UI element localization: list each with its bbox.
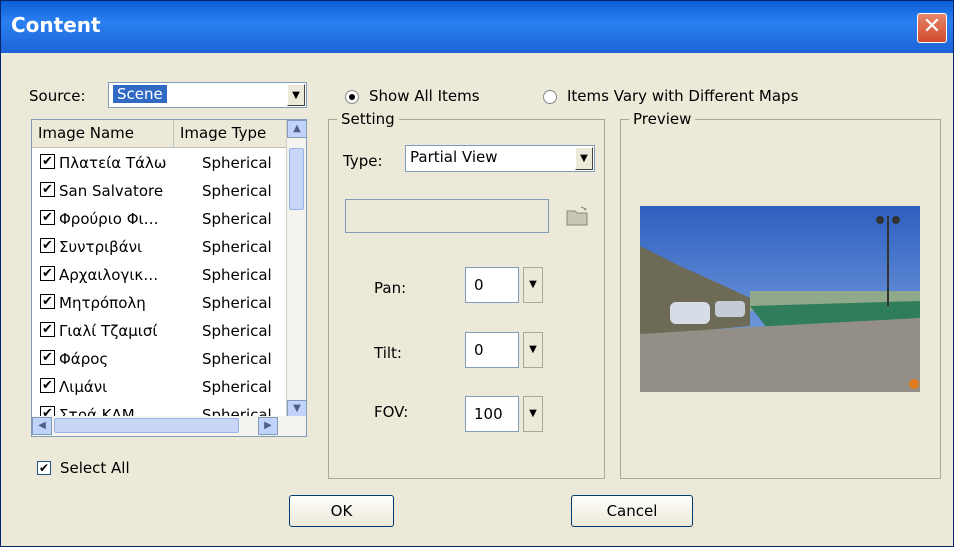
cancel-button[interactable]: Cancel: [571, 495, 693, 527]
tilt-dropdown-icon[interactable]: ▼: [523, 332, 543, 368]
vary-maps-label[interactable]: Items Vary with Different Maps: [567, 87, 798, 105]
list-item[interactable]: ✔ Πλατεία Τάλω Spherical: [32, 149, 284, 177]
item-type: Spherical: [202, 266, 272, 284]
h-scroll-thumb[interactable]: [54, 418, 239, 433]
horizontal-scrollbar[interactable]: ◀ ▶: [32, 416, 306, 436]
source-dropdown[interactable]: Scene ▼: [108, 82, 307, 108]
list-item[interactable]: ✔ Φρούριο Φι… Spherical: [32, 205, 284, 233]
item-name: San Salvatore: [59, 182, 164, 200]
title-bar[interactable]: Content ✕: [1, 1, 953, 53]
folder-open-icon[interactable]: [566, 205, 590, 227]
scroll-thumb[interactable]: [289, 148, 304, 210]
pan-value: 0: [474, 276, 484, 294]
type-value: Partial View: [410, 148, 498, 166]
item-checkbox[interactable]: ✔: [40, 266, 55, 281]
item-type: Spherical: [202, 154, 272, 172]
pan-input[interactable]: 0: [465, 267, 519, 303]
tilt-label: Tilt:: [374, 344, 402, 362]
item-type: Spherical: [202, 294, 272, 312]
chevron-down-icon[interactable]: ▼: [287, 84, 305, 106]
type-label: Type:: [343, 152, 383, 170]
source-label: Source:: [29, 87, 86, 105]
fov-dropdown-icon[interactable]: ▼: [523, 396, 543, 432]
fov-label: FOV:: [374, 403, 409, 421]
item-name: Πλατεία Τάλω: [59, 154, 167, 172]
item-name: Φρούριο Φι…: [59, 210, 159, 228]
item-name: Μητρόπολη: [59, 294, 146, 312]
list-item[interactable]: ✔ Γιαλί Τζαμισί Spherical: [32, 317, 284, 345]
item-type: Spherical: [202, 378, 272, 396]
show-all-label[interactable]: Show All Items: [369, 87, 480, 105]
close-button[interactable]: ✕: [917, 13, 947, 43]
pan-label: Pan:: [374, 279, 407, 297]
list-item[interactable]: ✔ Συντριβάνι Spherical: [32, 233, 284, 261]
fov-value: 100: [474, 405, 503, 423]
vary-maps-radio[interactable]: [543, 90, 557, 104]
list-item[interactable]: ✔ Φάρος Spherical: [32, 345, 284, 373]
window-title: Content: [11, 13, 101, 37]
scroll-right-icon[interactable]: ▶: [258, 417, 278, 435]
scroll-up-icon[interactable]: ▲: [287, 120, 306, 138]
file-path-field[interactable]: [345, 199, 549, 233]
item-type: Spherical: [202, 322, 272, 340]
list-item[interactable]: ✔ Λιμάνι Spherical: [32, 373, 284, 401]
item-checkbox[interactable]: ✔: [40, 182, 55, 197]
item-name: Γιαλί Τζαμισί: [59, 322, 158, 340]
vertical-scrollbar[interactable]: ▲ ▼: [286, 120, 306, 418]
item-checkbox[interactable]: ✔: [40, 350, 55, 365]
show-all-radio[interactable]: [345, 90, 359, 104]
pan-dropdown-icon[interactable]: ▼: [523, 267, 543, 303]
item-checkbox[interactable]: ✔: [40, 378, 55, 393]
col-header-name[interactable]: Image Name: [32, 120, 174, 148]
item-type: Spherical: [202, 238, 272, 256]
ok-button[interactable]: OK: [289, 495, 394, 527]
item-name: Φάρος: [59, 350, 109, 368]
item-checkbox[interactable]: ✔: [40, 322, 55, 337]
item-name: Αρχαιλογικ…: [59, 266, 159, 284]
item-type: Spherical: [202, 350, 272, 368]
source-value: Scene: [113, 85, 167, 103]
setting-group-label: Setting: [337, 110, 399, 128]
item-checkbox[interactable]: ✔: [40, 238, 55, 253]
list-item[interactable]: ✔ San Salvatore Spherical: [32, 177, 284, 205]
item-name: Συντριβάνι: [59, 238, 143, 256]
item-type: Spherical: [202, 182, 272, 200]
preview-group-label: Preview: [629, 110, 696, 128]
image-list[interactable]: Image Name Image Type ✔ Πλατεία Τάλω Spher…: [31, 119, 307, 437]
tilt-value: 0: [474, 341, 484, 359]
item-type: Spherical: [202, 210, 272, 228]
item-checkbox[interactable]: ✔: [40, 294, 55, 309]
chevron-down-icon[interactable]: ▼: [575, 147, 593, 170]
fov-input[interactable]: 100: [465, 396, 519, 432]
tilt-input[interactable]: 0: [465, 332, 519, 368]
col-header-type[interactable]: Image Type: [174, 120, 288, 148]
item-name: Λιμάνι: [59, 378, 108, 396]
select-all-label[interactable]: Select All: [60, 459, 130, 477]
type-dropdown[interactable]: Partial View ▼: [405, 145, 595, 172]
item-checkbox[interactable]: ✔: [40, 154, 55, 169]
list-item[interactable]: ✔ Αρχαιλογικ… Spherical: [32, 261, 284, 289]
select-all-checkbox[interactable]: ✔: [37, 461, 51, 475]
scroll-left-icon[interactable]: ◀: [32, 417, 52, 435]
item-checkbox[interactable]: ✔: [40, 210, 55, 225]
content-dialog: Content ✕ Source: Scene ▼ Show All Items…: [0, 0, 954, 547]
preview-image: [640, 206, 920, 392]
list-item[interactable]: ✔ Μητρόπολη Spherical: [32, 289, 284, 317]
